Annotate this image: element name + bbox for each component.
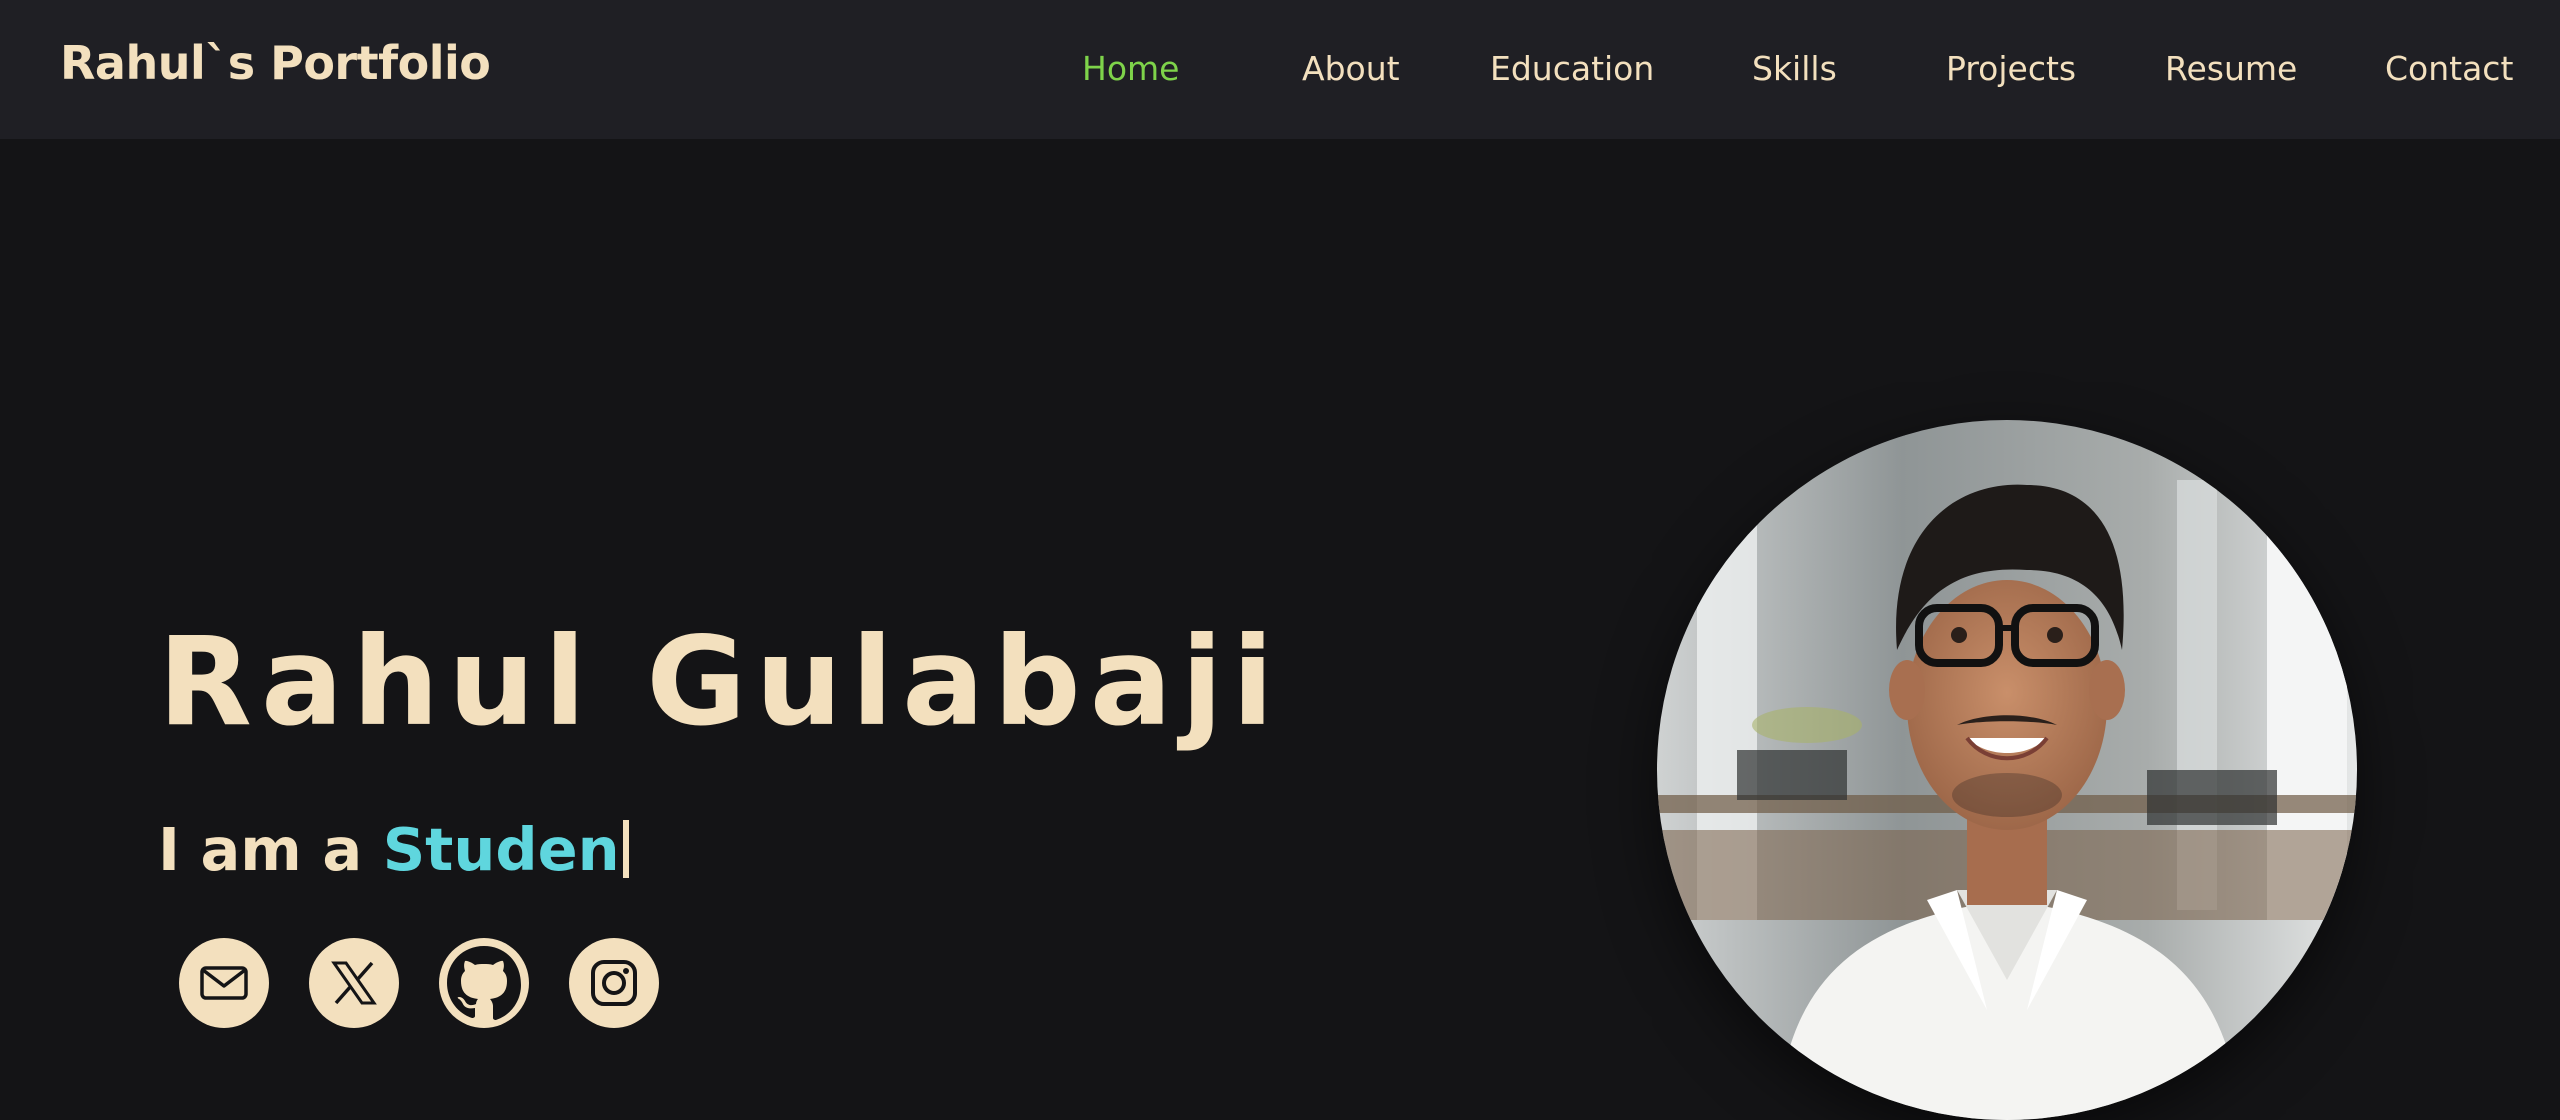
x-link[interactable] [309,938,399,1028]
tagline-prefix: I am a [158,815,383,884]
nav-about[interactable]: About [1302,49,1400,88]
nav-home[interactable]: Home [1082,49,1179,88]
tagline-typed-text: Studen [382,815,620,884]
nav-skills[interactable]: Skills [1752,49,1837,88]
portrait-illustration [1657,420,2357,1120]
instagram-link[interactable] [569,938,659,1028]
nav-education[interactable]: Education [1490,49,1654,88]
navbar: Rahul`s Portfolio Home About Education S… [0,0,2560,139]
nav-projects[interactable]: Projects [1946,49,2076,88]
nav-resume[interactable]: Resume [2165,49,2297,88]
envelope-icon [196,955,252,1011]
nav-contact[interactable]: Contact [2385,49,2513,88]
hero-tagline: I am a Studen [158,812,629,887]
x-logo-icon [326,955,382,1011]
instagram-icon [586,955,642,1011]
hero-name: Rahul Gulabaji [158,611,1283,753]
brand-logo[interactable]: Rahul`s Portfolio [60,36,491,90]
typing-cursor [622,820,629,878]
github-icon [439,938,529,1028]
profile-photo [1657,420,2357,1120]
github-link[interactable] [439,938,529,1028]
email-link[interactable] [179,938,269,1028]
